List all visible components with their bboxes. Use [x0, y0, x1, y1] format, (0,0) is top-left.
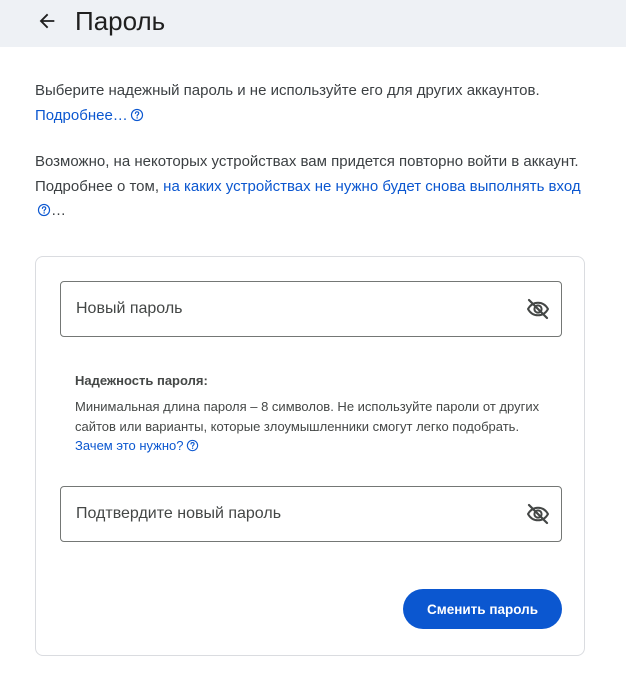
page-header: Пароль [0, 0, 626, 47]
eye-off-icon [527, 298, 549, 320]
change-password-button[interactable]: Сменить пароль [403, 589, 562, 629]
help-icon [186, 439, 198, 452]
why-needed-link[interactable]: Зачем это нужно? [75, 438, 199, 453]
intro-text: Выберите надежный пароль и не используйт… [35, 82, 540, 99]
help-icon [37, 203, 51, 217]
password-strength-description: Минимальная длина пароля – 8 символов. Н… [75, 399, 540, 434]
confirm-password-field[interactable] [60, 486, 562, 542]
password-strength-title: Надежность пароля: [75, 373, 208, 388]
arrow-back-icon [39, 13, 55, 29]
new-password-input[interactable] [61, 282, 501, 336]
password-strength-text: Минимальная длина пароля – 8 символов. Н… [75, 397, 555, 456]
back-button[interactable] [34, 8, 60, 34]
new-password-field[interactable] [60, 281, 562, 337]
toggle-new-password-visibility-button[interactable] [525, 296, 551, 322]
why-needed-link-label: Зачем это нужно? [75, 438, 184, 453]
help-icon [130, 108, 143, 121]
confirm-password-input[interactable] [61, 487, 501, 541]
devices-suffix: … [51, 202, 66, 219]
eye-off-icon [527, 503, 549, 525]
learn-more-link[interactable]: Подробнее… [35, 107, 144, 124]
devices-link-label: на каких устройствах не нужно будет снов… [163, 177, 581, 195]
learn-more-link-label: Подробнее… [35, 106, 128, 124]
intro-paragraph: Выберите надежный пароль и не используйт… [35, 79, 595, 128]
page-title: Пароль [75, 6, 166, 36]
toggle-confirm-password-visibility-button[interactable] [525, 501, 551, 527]
devices-paragraph: Возможно, на некоторых устройствах вам п… [35, 150, 595, 224]
